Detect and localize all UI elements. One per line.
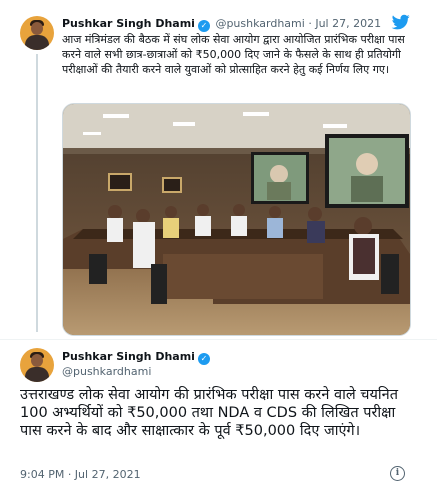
avatar-face — [31, 22, 43, 35]
avatar-body — [25, 35, 49, 50]
info-icon[interactable]: i — [390, 466, 405, 481]
tweet-text: आज मंत्रिमंडल की बैठक में संघ लोक सेवा आ… — [62, 33, 405, 76]
verified-badge-icon: ✓ — [197, 353, 210, 365]
author-name-line: Pushkar Singh Dhami ✓ — [62, 350, 212, 365]
avatar[interactable] — [20, 16, 54, 50]
author-handle[interactable]: @pushkardhami — [62, 365, 151, 378]
tweet-main[interactable]: Pushkar Singh Dhami ✓ @pushkardhami उत्तर… — [0, 340, 437, 491]
avatar-face — [31, 354, 43, 367]
meeting-photo-illustration — [63, 104, 410, 335]
avatar-body — [25, 367, 49, 382]
tweet-text: उत्तराखण्ड लोक सेवा आयोग की प्रारंभिक पर… — [20, 387, 398, 439]
tweet-header: Pushkar Singh Dhami ✓ @pushkardhami · Jul… — [62, 17, 381, 32]
verified-badge-icon: ✓ — [197, 20, 210, 32]
author-name[interactable]: Pushkar Singh Dhami — [62, 17, 195, 30]
tweet-parent[interactable]: Pushkar Singh Dhami ✓ @pushkardhami · Jul… — [0, 0, 437, 340]
avatar[interactable] — [20, 348, 54, 382]
author-name[interactable]: Pushkar Singh Dhami — [62, 350, 195, 363]
author-handle[interactable]: @pushkardhami — [215, 17, 304, 30]
thread-connector-line — [36, 54, 38, 332]
twitter-bird-icon[interactable] — [391, 13, 411, 31]
tweet-date[interactable]: Jul 27, 2021 — [315, 17, 381, 30]
tweet-photo[interactable] — [62, 103, 411, 336]
separator: · — [308, 17, 312, 30]
tweet-timestamp[interactable]: 9:04 PM · Jul 27, 2021 — [20, 468, 141, 481]
